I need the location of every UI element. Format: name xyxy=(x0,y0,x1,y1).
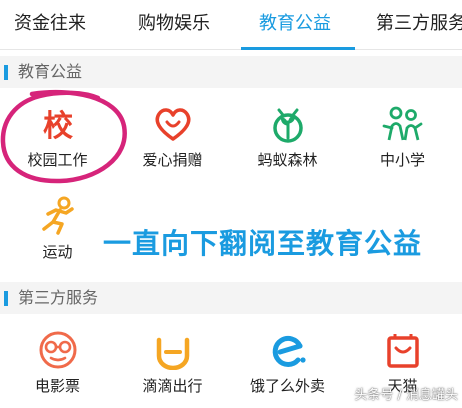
grid-item-movie-tickets[interactable]: 电影票 xyxy=(0,330,115,408)
glasses-face-icon xyxy=(36,330,80,370)
tab-education[interactable]: 教育公益 xyxy=(259,12,331,36)
grid-item-label: 电影票 xyxy=(34,377,80,395)
didi-icon xyxy=(151,330,195,370)
section-header-third-party: 第三方服务 xyxy=(0,282,462,314)
section-accent-bar xyxy=(4,291,8,306)
sprout-icon xyxy=(266,104,310,144)
grid-item-label: 运动 xyxy=(42,243,73,261)
students-icon xyxy=(381,104,425,144)
grid-item-label: 滴滴出行 xyxy=(142,377,203,395)
category-tab-bar: 资金往来 购物娱乐 教育公益 第三方服务 xyxy=(0,0,462,50)
eleme-icon xyxy=(266,330,310,370)
grid-item-label: 蚂蚁森林 xyxy=(257,151,318,169)
heart-icon xyxy=(151,104,195,144)
tab-funds[interactable]: 资金往来 xyxy=(14,12,86,36)
grid-item-primary-school[interactable]: 中小学 xyxy=(345,104,460,196)
tab-shopping[interactable]: 购物娱乐 xyxy=(138,12,210,36)
section-title-third-party: 第三方服务 xyxy=(18,288,99,307)
grid-item-sports[interactable]: 运动 xyxy=(0,196,115,288)
grid-item-didi[interactable]: 滴滴出行 xyxy=(115,330,230,408)
instruction-overlay-text: 一直向下翻阅至教育公益 xyxy=(103,227,423,260)
highlight-circle-annotation xyxy=(0,86,130,186)
tab-third-party[interactable]: 第三方服务 xyxy=(376,12,462,36)
runner-icon xyxy=(36,196,80,236)
grid-item-label: 爱心捐赠 xyxy=(142,151,203,169)
grid-item-eleme[interactable]: 饿了么外卖 xyxy=(230,330,345,408)
section-header-education: 教育公益 xyxy=(0,56,462,88)
grid-item-ant-forest[interactable]: 蚂蚁森林 xyxy=(230,104,345,196)
tmall-bag-icon xyxy=(381,330,425,370)
watermark-text: 头条号 / 消息罐头 xyxy=(354,388,458,403)
section-title-education: 教育公益 xyxy=(18,62,83,81)
active-tab-indicator xyxy=(241,47,355,50)
grid-item-label: 饿了么外卖 xyxy=(249,377,325,395)
grid-item-label: 中小学 xyxy=(379,151,425,169)
section-accent-bar xyxy=(4,65,8,80)
grid-item-charity-donation[interactable]: 爱心捐赠 xyxy=(115,104,230,196)
